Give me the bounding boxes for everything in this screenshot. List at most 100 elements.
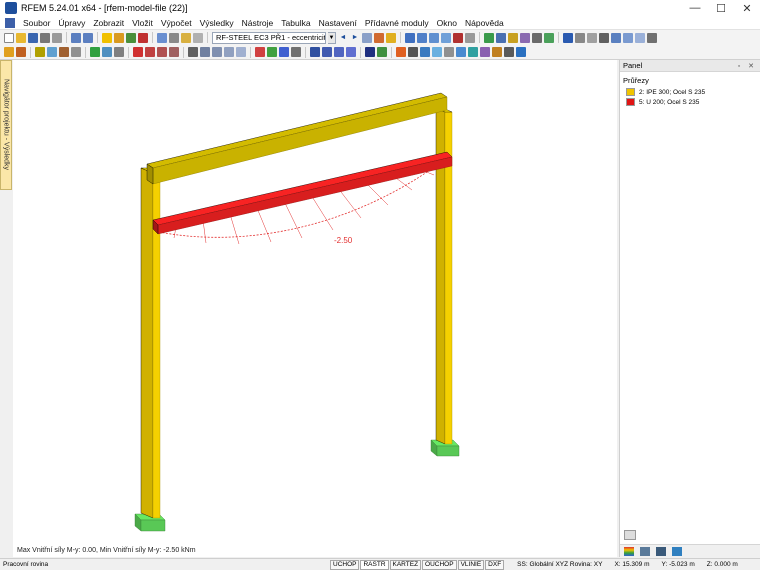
- print-icon[interactable]: [40, 32, 50, 43]
- divide-icon[interactable]: [212, 47, 222, 57]
- flag-icon[interactable]: [396, 47, 406, 57]
- solid-tool-icon[interactable]: [59, 47, 69, 57]
- toggle-vlinie[interactable]: VLINIE: [457, 559, 485, 570]
- release-tool-icon[interactable]: [114, 47, 124, 57]
- print-graphic-icon[interactable]: [52, 32, 62, 43]
- support-tool-icon[interactable]: [90, 47, 100, 57]
- animation-icon[interactable]: [492, 47, 502, 57]
- snap-icon[interactable]: [599, 32, 609, 43]
- toggle-rastr[interactable]: RASTR: [360, 559, 389, 570]
- open-file-icon[interactable]: [16, 32, 26, 43]
- menu-zobrazit[interactable]: Zobrazit: [89, 18, 128, 28]
- diagram-icon[interactable]: [468, 47, 478, 57]
- axis-z-icon[interactable]: [279, 47, 289, 57]
- grid-icon[interactable]: [193, 32, 203, 43]
- load-free-icon[interactable]: [169, 47, 179, 57]
- move-icon[interactable]: [200, 47, 210, 57]
- toggle-kartez[interactable]: KARTEZ: [389, 559, 422, 570]
- toggle-dxf[interactable]: DXF: [485, 559, 505, 570]
- save-icon[interactable]: [28, 32, 38, 43]
- deformation-icon[interactable]: [362, 32, 372, 43]
- copy-icon[interactable]: [611, 32, 621, 43]
- view-y-icon[interactable]: [429, 32, 439, 43]
- panel-icon[interactable]: [181, 32, 191, 43]
- extrude-icon[interactable]: [236, 47, 246, 57]
- factors-tab-icon[interactable]: [640, 546, 650, 556]
- result-diagram-icon[interactable]: [374, 32, 384, 43]
- menu-vypocet[interactable]: Výpočet: [157, 18, 196, 28]
- menu-tabulka[interactable]: Tabulka: [277, 18, 314, 28]
- members-icon[interactable]: [520, 32, 530, 43]
- close-button[interactable]: ✕: [734, 0, 760, 16]
- model-viewport[interactable]: -2.50 Max Vnitřní síly M-y: 0.00, Min Vn…: [13, 60, 617, 557]
- next-case-icon[interactable]: ►: [350, 33, 360, 43]
- undo-icon[interactable]: [71, 32, 81, 43]
- report-icon[interactable]: [504, 47, 514, 57]
- document-icon[interactable]: [5, 17, 15, 28]
- view-icon[interactable]: [126, 32, 136, 43]
- numbering-icon[interactable]: [346, 47, 356, 57]
- values-icon[interactable]: [386, 32, 396, 43]
- menu-upravy[interactable]: Úpravy: [54, 18, 89, 28]
- section-icon[interactable]: [563, 32, 573, 43]
- check-icon[interactable]: [377, 47, 387, 57]
- table-icon[interactable]: [169, 32, 179, 43]
- member-tool-icon[interactable]: [35, 47, 45, 57]
- legend-item[interactable]: 2: IPE 300; Ocel S 235: [620, 87, 760, 97]
- prev-case-icon[interactable]: ◄: [338, 33, 348, 43]
- line-weight-icon[interactable]: [408, 47, 418, 57]
- rotate-icon[interactable]: [623, 32, 633, 43]
- load-case-combo[interactable]: RF-STEEL EC3 PŘ1 - eccentricity cancell: [212, 31, 326, 44]
- opening-tool-icon[interactable]: [71, 47, 81, 57]
- menu-nastaveni[interactable]: Nastavení: [315, 18, 361, 28]
- help-icon[interactable]: [516, 47, 526, 57]
- menu-nastroje[interactable]: Nástroje: [238, 18, 278, 28]
- filter-tab-icon[interactable]: [672, 546, 682, 556]
- node-tool-icon[interactable]: [4, 47, 14, 57]
- isometric-view-icon[interactable]: [405, 32, 415, 43]
- mirror-icon[interactable]: [635, 32, 645, 43]
- load-case-dropdown-icon[interactable]: ▼: [328, 31, 336, 44]
- maximize-button[interactable]: ☐: [708, 0, 734, 16]
- load-node-icon[interactable]: [133, 47, 143, 57]
- settings-icon[interactable]: [647, 32, 657, 43]
- select-icon[interactable]: [188, 47, 198, 57]
- display-tab-icon[interactable]: [656, 546, 666, 556]
- color-scale-tab-icon[interactable]: [624, 546, 634, 556]
- load-surface-icon[interactable]: [157, 47, 167, 57]
- results-icon[interactable]: [157, 32, 167, 43]
- menu-vysledky[interactable]: Výsledky: [196, 18, 238, 28]
- shield-icon[interactable]: [365, 47, 375, 57]
- zoom-icon[interactable]: [102, 32, 112, 43]
- arrow-icon[interactable]: [420, 47, 430, 57]
- panel-tool-icon[interactable]: [624, 530, 636, 540]
- measure-icon[interactable]: [575, 32, 585, 43]
- axis-y-icon[interactable]: [267, 47, 277, 57]
- menu-soubor[interactable]: Soubor: [19, 18, 54, 28]
- supports-icon[interactable]: [544, 32, 554, 43]
- toggle-ouchop[interactable]: OUCHOP: [422, 559, 457, 570]
- visibility-mode-icon[interactable]: [334, 47, 344, 57]
- redo-icon[interactable]: [83, 32, 93, 43]
- view-z-icon[interactable]: [441, 32, 451, 43]
- render-icon[interactable]: [453, 32, 463, 43]
- filter-icon[interactable]: [484, 32, 494, 43]
- menu-vlozit[interactable]: Vložit: [128, 18, 157, 28]
- surface-tool-icon[interactable]: [47, 47, 57, 57]
- search-icon[interactable]: [114, 32, 124, 43]
- line-tool-icon[interactable]: [16, 47, 26, 57]
- legend-item[interactable]: 5: U 200; Ocel S 235: [620, 97, 760, 107]
- load-member-icon[interactable]: [145, 47, 155, 57]
- envelope-icon[interactable]: [480, 47, 490, 57]
- dimension-icon[interactable]: [587, 32, 597, 43]
- menu-okno[interactable]: Okno: [433, 18, 461, 28]
- nodes-icon[interactable]: [532, 32, 542, 43]
- text-icon[interactable]: [444, 47, 454, 57]
- navigator-tab[interactable]: Navigátor projektu - Výsledky: [0, 60, 12, 190]
- minimize-button[interactable]: —: [682, 0, 708, 16]
- connect-icon[interactable]: [224, 47, 234, 57]
- panel-window-controls[interactable]: ▫ ✕: [738, 62, 757, 70]
- coordinate-system-icon[interactable]: [291, 47, 301, 57]
- view-x-icon[interactable]: [417, 32, 427, 43]
- new-file-icon[interactable]: [4, 32, 14, 43]
